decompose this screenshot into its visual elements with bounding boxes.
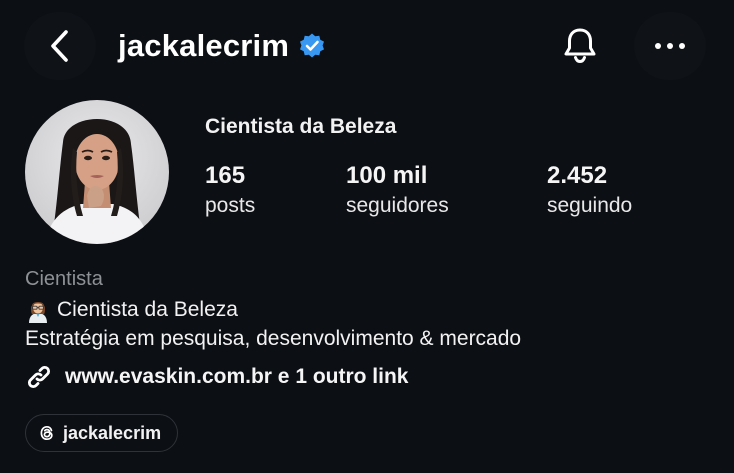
bio-line-1: Cientista da Beleza	[25, 296, 238, 324]
more-horizontal-icon	[655, 43, 685, 49]
threads-username: jackalecrim	[63, 422, 162, 443]
link-text[interactable]: www.evaskin.com.br e 1 outro link	[65, 363, 409, 391]
verified-badge-icon	[297, 31, 327, 61]
threads-profile-button[interactable]: jackalecrim	[25, 414, 179, 452]
following-label: seguindo	[547, 194, 633, 217]
followers-count: 100 mil	[346, 162, 428, 189]
bio-line-2: Estratégia em pesquisa, desenvolvimento …	[25, 327, 522, 350]
profile-header: jackalecrim	[0, 0, 734, 92]
username-block: jackalecrim	[118, 26, 327, 66]
link-icon	[27, 365, 51, 389]
bio-line-1-text: Cientista da Beleza	[57, 298, 238, 321]
chevron-left-icon	[51, 30, 68, 62]
stat-followers[interactable]: 100 mil seguidores	[346, 162, 449, 220]
posts-count: 165	[205, 162, 246, 189]
notifications-button[interactable]	[542, 12, 618, 80]
threads-icon	[40, 425, 53, 441]
stat-following[interactable]: 2.452 seguindo	[547, 162, 632, 220]
back-button[interactable]	[24, 12, 96, 80]
external-links[interactable]: www.evaskin.com.br e 1 outro link	[25, 363, 409, 391]
profile-display-name: Cientista da Beleza	[205, 115, 397, 138]
profile-category: Cientista	[25, 268, 103, 290]
woman-scientist-emoji-icon	[25, 297, 51, 323]
profile-avatar[interactable]	[25, 100, 169, 244]
stat-posts[interactable]: 165 posts	[205, 162, 255, 220]
followers-label: seguidores	[346, 194, 449, 217]
username: jackalecrim	[118, 28, 290, 63]
following-count: 2.452	[547, 162, 608, 189]
bell-icon	[564, 28, 596, 64]
posts-label: posts	[205, 194, 256, 217]
more-options-button[interactable]	[634, 12, 706, 80]
